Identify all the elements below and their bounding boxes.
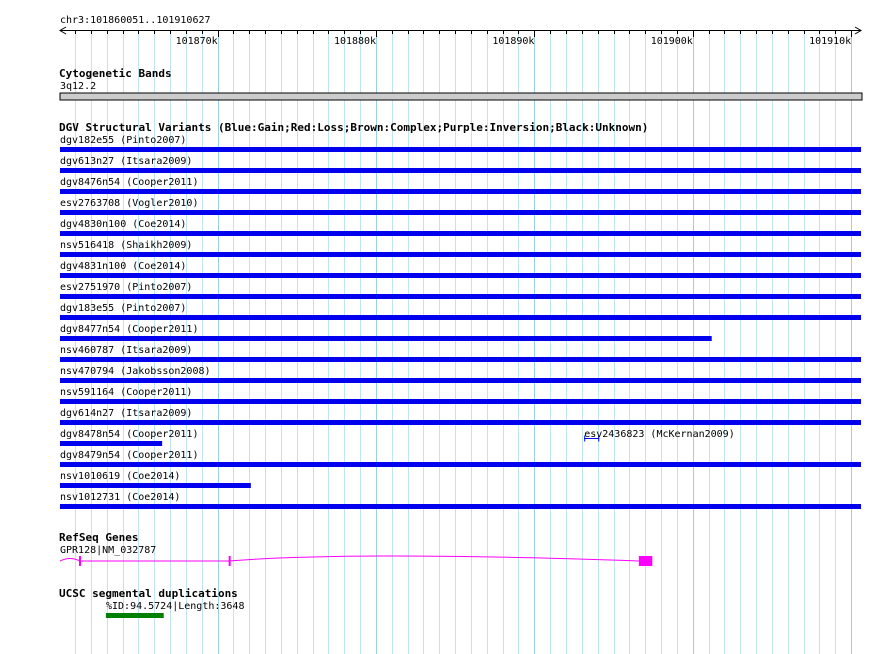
gene-exon[interactable] bbox=[228, 556, 231, 566]
gene-intron bbox=[59, 555, 639, 562]
dgv-feature-label[interactable]: nsv1012731 (Coe2014) bbox=[60, 492, 180, 503]
dgv-feature-bar[interactable] bbox=[60, 420, 861, 425]
dgv-feature-bar[interactable] bbox=[60, 441, 163, 446]
dgv-feature-bar[interactable] bbox=[60, 273, 861, 278]
dgv-feature-label[interactable]: nsv1010619 (Coe2014) bbox=[60, 471, 180, 482]
dgv-feature-label[interactable]: nsv516418 (Shaikh2009) bbox=[60, 240, 192, 251]
cytoband-label[interactable]: 3q12.2 bbox=[60, 81, 96, 92]
dgv-feature-label[interactable]: dgv4830n100 (Coe2014) bbox=[60, 219, 186, 230]
dgv-feature-bar[interactable] bbox=[60, 315, 861, 320]
dgv-feature-bar[interactable] bbox=[60, 189, 861, 194]
cytoband-track-title: Cytogenetic Bands bbox=[59, 67, 172, 80]
cytoband-track[interactable] bbox=[59, 92, 863, 101]
refseq-track-title: RefSeq Genes bbox=[59, 531, 139, 544]
dgv-feature-label[interactable]: dgv8478n54 (Cooper2011) bbox=[60, 429, 198, 440]
dgv-feature-bar[interactable] bbox=[60, 210, 861, 215]
dgv-feature-label[interactable]: nsv591164 (Cooper2011) bbox=[60, 387, 192, 398]
segdup-track[interactable] bbox=[105, 613, 164, 618]
dgv-feature-bar[interactable] bbox=[60, 504, 861, 509]
dgv-feature-label[interactable]: esv2436823 (McKernan2009) bbox=[584, 429, 735, 440]
gene-exon[interactable] bbox=[78, 556, 81, 566]
dgv-feature-bar[interactable] bbox=[60, 399, 861, 404]
dgv-feature-bar[interactable] bbox=[60, 168, 861, 173]
dgv-feature-bar[interactable] bbox=[60, 462, 861, 467]
ruler-tick-label: 101890k bbox=[492, 36, 535, 47]
dgv-feature-label[interactable]: dgv8477n54 (Cooper2011) bbox=[60, 324, 198, 335]
cytoband-bar[interactable] bbox=[59, 92, 863, 101]
dgv-feature-label[interactable]: nsv460787 (Itsara2009) bbox=[60, 345, 192, 356]
dgv-feature-bar[interactable] bbox=[60, 147, 861, 152]
dgv-feature-label[interactable]: dgv182e55 (Pinto2007) bbox=[60, 135, 186, 146]
dgv-feature-bar[interactable] bbox=[60, 378, 861, 383]
ruler-range-label: chr3:101860051..101910627 bbox=[60, 15, 211, 26]
dgv-feature-label[interactable]: nsv470794 (Jakobsson2008) bbox=[60, 366, 211, 377]
ruler-tick-label: 101900k bbox=[650, 36, 693, 47]
ruler-tick-label: 101910k bbox=[809, 36, 852, 47]
dgv-feature-label[interactable]: esv2751970 (Pinto2007) bbox=[60, 282, 192, 293]
dgv-feature-bar[interactable] bbox=[60, 357, 861, 362]
dgv-feature-bar[interactable] bbox=[60, 231, 861, 236]
ruler-tick-label: 101880k bbox=[333, 36, 377, 47]
segdup-track-title: UCSC segmental duplications bbox=[59, 587, 238, 600]
dgv-feature-bar[interactable] bbox=[60, 252, 861, 257]
dgv-feature-label[interactable]: dgv8476n54 (Cooper2011) bbox=[60, 177, 198, 188]
dgv-track-title: DGV Structural Variants (Blue:Gain;Red:L… bbox=[59, 121, 649, 134]
dgv-feature-bar[interactable] bbox=[60, 336, 712, 341]
segdup-label[interactable]: %ID:94.5724|Length:3648 bbox=[106, 601, 244, 612]
gene-label[interactable]: GPR128|NM_032787 bbox=[60, 545, 156, 556]
dgv-feature-label[interactable]: esv2763708 (Vogler2010) bbox=[60, 198, 198, 209]
gene-exon[interactable] bbox=[638, 556, 653, 566]
dgv-feature-bar[interactable] bbox=[60, 294, 861, 299]
dgv-feature-label[interactable]: dgv183e55 (Pinto2007) bbox=[60, 303, 186, 314]
dgv-feature-label[interactable]: dgv614n27 (Itsara2009) bbox=[60, 408, 192, 419]
segdup-bar[interactable] bbox=[105, 613, 164, 618]
dgv-feature-label[interactable]: dgv8479n54 (Cooper2011) bbox=[60, 450, 198, 461]
dgv-feature-bar[interactable] bbox=[60, 483, 251, 488]
dgv-feature-label[interactable]: dgv4831n100 (Coe2014) bbox=[60, 261, 186, 272]
ruler-tick-label: 101870k bbox=[175, 36, 218, 47]
dgv-feature-label[interactable]: dgv613n27 (Itsara2009) bbox=[60, 156, 192, 167]
refseq-track[interactable] bbox=[59, 555, 653, 566]
